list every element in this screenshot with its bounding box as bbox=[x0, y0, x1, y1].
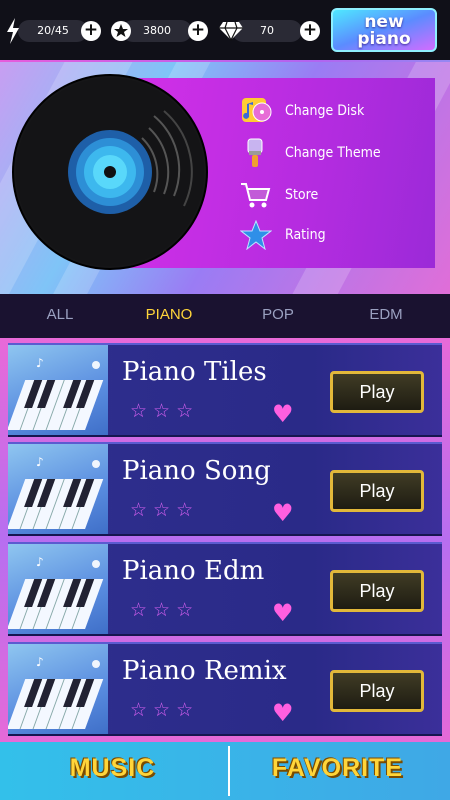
vinyl-disk[interactable] bbox=[14, 76, 206, 268]
star-outline-icon: ☆ bbox=[153, 599, 171, 621]
star-outline-icon: ☆ bbox=[176, 499, 194, 521]
play-button[interactable]: Play bbox=[330, 670, 424, 712]
star-counter: 3800 + bbox=[110, 20, 208, 42]
add-diamonds-button[interactable]: + bbox=[300, 21, 320, 41]
piano-keys-icon: ♪ bbox=[8, 356, 104, 430]
menu-change-disk[interactable]: Change Disk bbox=[240, 96, 420, 126]
svg-text:♪: ♪ bbox=[36, 555, 44, 569]
diamond-counter: 70 + bbox=[218, 20, 320, 42]
song-thumbnail: ♪ bbox=[8, 644, 108, 734]
tab-edm[interactable]: EDM bbox=[346, 306, 426, 323]
song-title: Piano Remix bbox=[122, 656, 287, 686]
song-row: ♪ Piano Song ☆ ☆ ☆ ♥ Play bbox=[8, 442, 442, 536]
menu-store[interactable]: Store bbox=[240, 180, 420, 210]
new-piano-line2: piano bbox=[357, 29, 411, 49]
song-list: ♪ Piano Tiles ☆ ☆ ☆ ♥ Play ♪ Piano Song … bbox=[0, 338, 450, 742]
song-thumbnail: ♪ bbox=[8, 345, 108, 435]
song-rating: ☆ ☆ ☆ bbox=[130, 599, 199, 621]
energy-counter: 20/45 + bbox=[6, 18, 101, 44]
piano-keys-icon: ♪ bbox=[8, 455, 104, 529]
svg-text:♪: ♪ bbox=[36, 455, 44, 469]
song-rating: ☆ ☆ ☆ bbox=[130, 499, 199, 521]
bottom-nav: MUSIC FAVORITE bbox=[0, 742, 450, 800]
menu-label: Rating bbox=[285, 227, 326, 243]
add-stars-button[interactable]: + bbox=[188, 21, 208, 41]
piano-keys-icon: ♪ bbox=[8, 555, 104, 629]
svg-text:♪: ♪ bbox=[36, 655, 44, 669]
header-panel: Change Disk Change Theme Store Rating bbox=[0, 62, 450, 294]
piano-keys-icon: ♪ bbox=[8, 655, 104, 729]
star-outline-icon: ☆ bbox=[153, 499, 171, 521]
song-thumbnail: ♪ bbox=[8, 444, 108, 534]
star-outline-icon: ☆ bbox=[130, 599, 148, 621]
song-title: Piano Tiles bbox=[122, 357, 267, 387]
heart-icon[interactable]: ♥ bbox=[272, 400, 294, 428]
song-row: ♪ Piano Tiles ☆ ☆ ☆ ♥ Play bbox=[8, 343, 442, 437]
tab-piano[interactable]: PIANO bbox=[129, 306, 209, 323]
song-rating: ☆ ☆ ☆ bbox=[130, 699, 199, 721]
menu-change-theme[interactable]: Change Theme bbox=[240, 138, 420, 168]
star-outline-icon: ☆ bbox=[130, 499, 148, 521]
play-button[interactable]: Play bbox=[330, 371, 424, 413]
song-title: Piano Edm bbox=[122, 556, 265, 586]
star-outline-icon: ☆ bbox=[153, 699, 171, 721]
heart-icon[interactable]: ♥ bbox=[272, 499, 294, 527]
tab-all[interactable]: ALL bbox=[20, 306, 100, 323]
play-button[interactable]: Play bbox=[330, 570, 424, 612]
menu-label: Change Disk bbox=[285, 103, 365, 119]
new-piano-button[interactable]: new piano bbox=[331, 8, 437, 52]
menu-rating[interactable]: Rating bbox=[240, 220, 420, 250]
shopping-cart-icon bbox=[241, 183, 271, 208]
energy-value: 20/45 bbox=[18, 20, 88, 42]
music-button[interactable]: MUSIC bbox=[0, 754, 225, 783]
heart-icon[interactable]: ♥ bbox=[272, 599, 294, 627]
song-row: ♪ Piano Edm ☆ ☆ ☆ ♥ Play bbox=[8, 542, 442, 636]
svg-text:♪: ♪ bbox=[36, 356, 44, 370]
diamond-icon bbox=[219, 21, 243, 41]
star-outline-icon: ☆ bbox=[176, 699, 194, 721]
tab-pop[interactable]: POP bbox=[238, 306, 318, 323]
star-outline-icon: ☆ bbox=[130, 699, 148, 721]
star-outline-icon: ☆ bbox=[130, 400, 148, 422]
star-outline-icon: ☆ bbox=[153, 400, 171, 422]
star-coin-icon bbox=[111, 21, 131, 41]
disk-music-icon bbox=[242, 98, 272, 122]
song-rating: ☆ ☆ ☆ bbox=[130, 400, 199, 422]
star-value: 3800 bbox=[122, 20, 192, 42]
song-row: ♪ Piano Remix ☆ ☆ ☆ ♥ Play bbox=[8, 642, 442, 736]
favorite-button[interactable]: FAVORITE bbox=[225, 754, 450, 783]
song-thumbnail: ♪ bbox=[8, 544, 108, 634]
star-outline-icon: ☆ bbox=[176, 599, 194, 621]
star-icon bbox=[240, 220, 272, 250]
top-status-bar: 20/45 + 3800 + 70 + new piano bbox=[0, 0, 450, 60]
category-tabs: ALL PIANO POP EDM bbox=[0, 294, 450, 338]
song-title: Piano Song bbox=[122, 456, 271, 486]
lightning-icon bbox=[7, 18, 19, 44]
vinyl-grooves bbox=[16, 78, 204, 266]
menu-label: Store bbox=[285, 187, 319, 203]
menu-label: Change Theme bbox=[285, 145, 381, 161]
play-button[interactable]: Play bbox=[330, 470, 424, 512]
add-energy-button[interactable]: + bbox=[81, 21, 101, 41]
heart-icon[interactable]: ♥ bbox=[272, 699, 294, 727]
star-outline-icon: ☆ bbox=[176, 400, 194, 422]
paint-brush-icon bbox=[247, 138, 263, 167]
